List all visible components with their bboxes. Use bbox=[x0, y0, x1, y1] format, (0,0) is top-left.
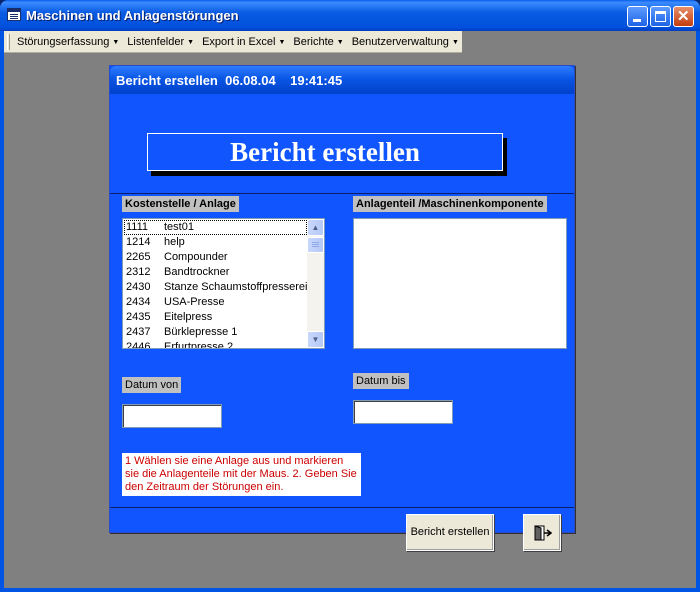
list-item[interactable]: 2265 Compounder bbox=[124, 250, 307, 265]
list-item[interactable]: 2446 Erfurtpresse 2 bbox=[124, 340, 307, 349]
list-item-id: 2434 bbox=[126, 296, 151, 308]
list-item-name: Bürklepresse 1 bbox=[164, 326, 238, 338]
menu-stoerungserfassung[interactable]: Störungserfassung ▼ bbox=[13, 36, 123, 48]
divider bbox=[110, 193, 574, 194]
door-exit-icon bbox=[534, 525, 552, 541]
list-item[interactable]: 2437 Bürklepresse 1 bbox=[124, 325, 307, 340]
list-item-name: Eitelpress bbox=[164, 311, 213, 323]
cost-center-label: Kostenstelle / Anlage bbox=[122, 196, 239, 212]
list-item-id: 2437 bbox=[126, 326, 151, 338]
list-item-name: help bbox=[164, 236, 185, 248]
list-item-name: Erfurtpresse 2 bbox=[164, 341, 234, 349]
chevron-down-icon: ▼ bbox=[336, 39, 344, 46]
list-item[interactable]: 2435 Eitelpress bbox=[124, 310, 307, 325]
list-item-id: 2446 bbox=[126, 341, 151, 349]
divider bbox=[110, 507, 574, 508]
scroll-thumb[interactable] bbox=[307, 237, 324, 253]
date-from-field[interactable] bbox=[122, 404, 222, 428]
list-item[interactable]: 2312 Bandtrockner bbox=[124, 265, 307, 280]
component-list[interactable] bbox=[353, 218, 567, 349]
scroll-down-button[interactable]: ▼ bbox=[307, 331, 324, 348]
chevron-up-icon: ▲ bbox=[311, 223, 320, 232]
maximize-button[interactable] bbox=[650, 6, 671, 27]
app-window: Maschinen und Anlagenstörungen ✕ Störung… bbox=[0, 0, 700, 592]
close-icon: ✕ bbox=[677, 8, 690, 25]
menu-listenfelder[interactable]: Listenfelder ▼ bbox=[123, 36, 198, 48]
page-title: Bericht erstellen bbox=[147, 133, 503, 171]
list-item-name: Stanze Schaumstoffpresserei bbox=[164, 281, 308, 293]
app-icon bbox=[7, 8, 21, 21]
menu-grip[interactable] bbox=[7, 34, 10, 50]
date-to-label: Datum bis bbox=[353, 373, 409, 389]
chevron-down-icon: ▼ bbox=[112, 39, 120, 46]
list-item[interactable]: 2430 Stanze Schaumstoffpresserei bbox=[124, 280, 307, 295]
instructions-text: 1 Wählen sie eine Anlage aus und markier… bbox=[122, 453, 361, 496]
list-item-name: USA-Presse bbox=[164, 296, 225, 308]
list-item-id: 1111 bbox=[126, 221, 149, 233]
client-area: Störungserfassung ▼ Listenfelder ▼ Export … bbox=[4, 31, 696, 588]
list-item[interactable]: 1214 help bbox=[124, 235, 307, 250]
title-bar[interactable]: Maschinen und Anlagenstörungen ✕ bbox=[0, 0, 700, 31]
scroll-up-button[interactable]: ▲ bbox=[307, 219, 324, 236]
form-title: Bericht erstellen 06.08.04 19:41:45 bbox=[116, 73, 343, 88]
close-button[interactable]: ✕ bbox=[673, 6, 694, 27]
list-item-id: 1214 bbox=[126, 236, 151, 248]
list-item-id: 2435 bbox=[126, 311, 151, 323]
chevron-down-icon: ▼ bbox=[311, 335, 320, 344]
cost-center-list[interactable]: 1111 test01 1214 help 2265 Compounder 2312 Band… bbox=[122, 218, 325, 349]
date-to-field[interactable] bbox=[353, 400, 453, 424]
maximize-icon bbox=[655, 11, 666, 22]
component-label: Anlagenteil /Maschinenkomponente bbox=[353, 196, 547, 212]
chevron-down-icon: ▼ bbox=[187, 39, 195, 46]
list-item-name: Compounder bbox=[164, 251, 228, 263]
report-form: Bericht erstellen 06.08.04 19:41:45 Beri… bbox=[109, 65, 575, 551]
list-item-name: test01 bbox=[164, 221, 194, 233]
date-from-label: Datum von bbox=[122, 377, 182, 393]
chevron-down-icon: ▼ bbox=[451, 39, 459, 46]
list-item-id: 2430 bbox=[126, 281, 151, 293]
create-report-button[interactable]: Bericht erstellen bbox=[406, 514, 494, 551]
minimize-button[interactable] bbox=[627, 6, 648, 27]
form-title-bar: Bericht erstellen 06.08.04 19:41:45 bbox=[110, 66, 574, 94]
window-title: Maschinen und Anlagenstörungen bbox=[26, 8, 239, 23]
menu-export-excel[interactable]: Export in Excel ▼ bbox=[198, 36, 289, 48]
list-item[interactable]: 1111 test01 bbox=[124, 220, 307, 235]
chevron-down-icon: ▼ bbox=[278, 39, 286, 46]
minimize-icon bbox=[633, 19, 641, 22]
list-scrollbar[interactable]: ▲ ▼ bbox=[307, 219, 324, 348]
list-item[interactable]: 2434 USA-Presse bbox=[124, 295, 307, 310]
list-item-id: 2312 bbox=[126, 266, 151, 278]
exit-button[interactable] bbox=[523, 514, 561, 551]
list-item-name: Bandtrockner bbox=[164, 266, 230, 278]
menu-berichte[interactable]: Berichte ▼ bbox=[289, 36, 347, 48]
list-item-id: 2265 bbox=[126, 251, 151, 263]
menu-benutzerverwaltung[interactable]: Benutzerverwaltung ▼ bbox=[348, 36, 463, 48]
menu-bar: Störungserfassung ▼ Listenfelder ▼ Export … bbox=[4, 31, 696, 53]
